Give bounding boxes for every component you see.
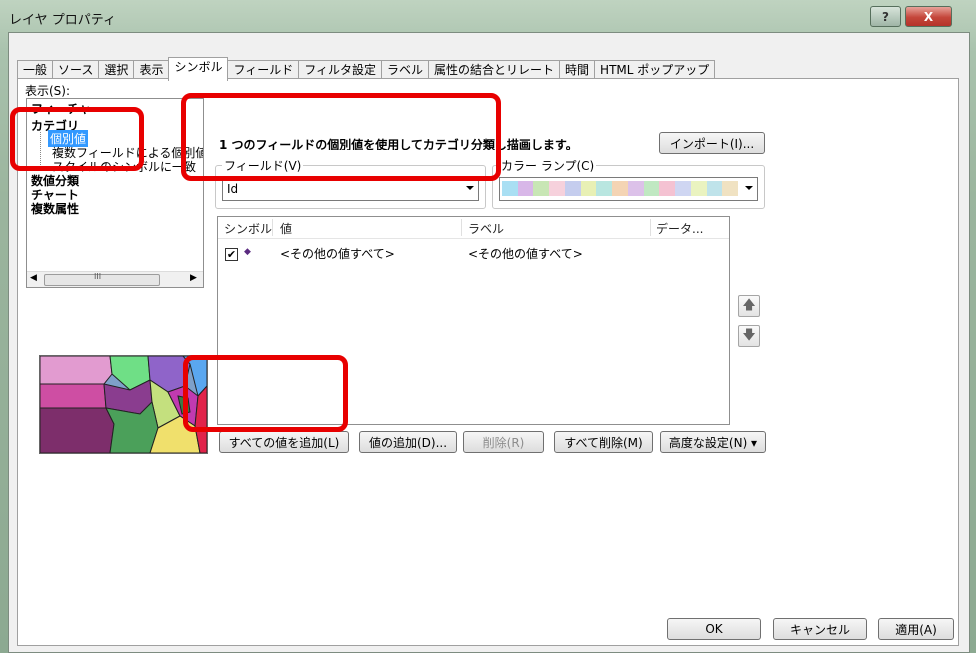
- tab-fields[interactable]: フィールド: [227, 60, 300, 80]
- column-header-value[interactable]: 値: [280, 220, 292, 237]
- tab-selection[interactable]: 選択: [98, 60, 135, 80]
- column-separator: [650, 219, 651, 236]
- column-separator: [461, 219, 462, 236]
- color-ramp-segment: [706, 181, 723, 196]
- advanced-button[interactable]: 高度な設定(N) ▾: [660, 431, 766, 453]
- color-ramp-segment: [533, 181, 550, 196]
- color-ramp-group: カラー ランプ(C): [492, 157, 765, 209]
- color-ramp-segment: [612, 181, 628, 196]
- add-all-values-button[interactable]: すべての値を追加(L): [219, 431, 349, 453]
- color-ramp-segment: [675, 181, 691, 196]
- color-ramp-segment: [659, 181, 676, 196]
- row-label: <その他の値すべて>: [468, 247, 583, 261]
- color-ramp-segment: [502, 181, 518, 196]
- dialog-window: レイヤ プロパティ ? X 一般 ソース 選択 表示 シンボル フィールド フィ…: [0, 0, 976, 653]
- tree-item-multiple-attributes[interactable]: 複数属性: [31, 200, 79, 217]
- column-separator: [272, 219, 273, 236]
- color-ramp-segment: [549, 181, 565, 196]
- symbol-marker-icon[interactable]: ◆: [244, 247, 251, 257]
- color-ramp-segment: [517, 181, 534, 196]
- color-ramp-segment: [564, 181, 581, 196]
- window-title: レイヤ プロパティ: [9, 13, 116, 28]
- color-ramp-segment: [627, 181, 644, 196]
- tree-horizontal-scrollbar[interactable]: ◀ III ▶: [27, 271, 203, 287]
- values-list-header: シンボル 値 ラベル データ...: [218, 217, 729, 239]
- scroll-left-icon[interactable]: ◀: [30, 273, 37, 283]
- tab-html-popup[interactable]: HTML ポップアップ: [594, 60, 716, 80]
- chevron-down-icon: [466, 186, 474, 190]
- close-button[interactable]: X: [905, 6, 952, 27]
- chevron-down-icon: [745, 186, 753, 190]
- color-ramp-segment: [643, 181, 660, 196]
- import-button[interactable]: インポート(I)...: [659, 132, 765, 154]
- color-ramp-select[interactable]: [499, 177, 758, 201]
- highlight-box-field: [181, 93, 501, 181]
- remove-button[interactable]: 削除(R): [463, 431, 544, 453]
- row-checkbox[interactable]: ✔: [225, 248, 238, 261]
- scroll-right-icon[interactable]: ▶: [190, 273, 197, 283]
- color-ramp-swatch: [502, 181, 739, 196]
- remove-all-button[interactable]: すべて削除(M): [554, 431, 653, 453]
- color-ramp-segment: [596, 181, 613, 196]
- tab-definition-query[interactable]: フィルタ設定: [298, 60, 382, 80]
- column-header-label[interactable]: ラベル: [468, 220, 504, 237]
- cancel-button[interactable]: キャンセル: [773, 618, 867, 640]
- tab-display[interactable]: 表示: [133, 60, 170, 80]
- tab-joins-relates[interactable]: 属性の結合とリレート: [428, 60, 561, 80]
- move-down-button[interactable]: 🡇: [738, 325, 760, 347]
- apply-button[interactable]: 適用(A): [878, 618, 954, 640]
- scroll-thumb[interactable]: III: [44, 272, 160, 286]
- color-ramp-segment: [580, 181, 597, 196]
- help-button[interactable]: ?: [870, 6, 901, 27]
- color-ramp-group-label: カラー ランプ(C): [499, 157, 597, 174]
- scroll-grip: III: [94, 272, 102, 281]
- color-ramp-segment: [722, 181, 739, 196]
- title-bar[interactable]: レイヤ プロパティ ? X: [0, 0, 976, 32]
- add-values-button[interactable]: 値の追加(D)...: [359, 431, 457, 453]
- tab-time[interactable]: 時間: [559, 60, 596, 80]
- row-value: <その他の値すべて>: [280, 247, 395, 261]
- highlight-box-add-all: [183, 355, 348, 432]
- value-field-selected: Id: [227, 182, 239, 196]
- move-up-button[interactable]: 🡅: [738, 295, 760, 317]
- tab-general[interactable]: 一般: [17, 60, 54, 80]
- tab-symbology[interactable]: シンボル: [168, 57, 229, 81]
- column-header-count[interactable]: データ...: [656, 220, 703, 237]
- tab-strip: 一般 ソース 選択 表示 シンボル フィールド フィルタ設定 ラベル 属性の結合…: [17, 57, 716, 81]
- tab-source[interactable]: ソース: [52, 60, 100, 80]
- color-ramp-segment: [690, 181, 707, 196]
- ok-button[interactable]: OK: [667, 618, 761, 640]
- column-header-symbol[interactable]: シンボル: [224, 220, 272, 237]
- tab-labels[interactable]: ラベル: [381, 60, 430, 80]
- show-label: 表示(S):: [25, 84, 71, 98]
- highlight-box-categories: [10, 107, 144, 171]
